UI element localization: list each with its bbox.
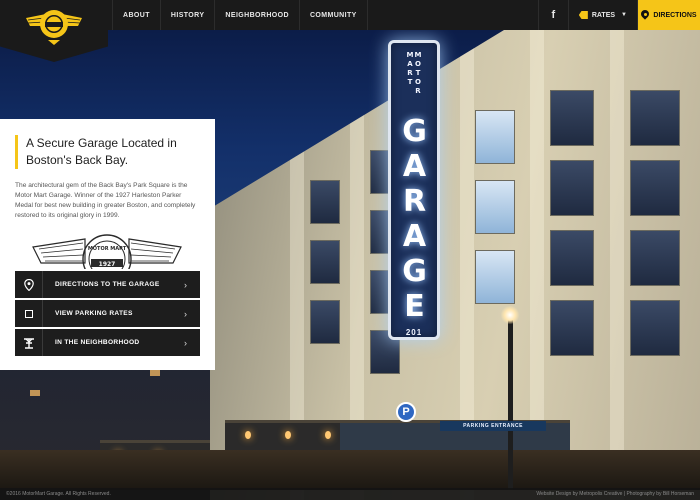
nav-about[interactable]: ABOUT bbox=[112, 0, 161, 30]
main-nav: ABOUT HISTORY NEIGHBORHOOD COMMUNITY bbox=[112, 0, 368, 30]
facade-window bbox=[550, 90, 594, 146]
rates-label: RATES bbox=[591, 11, 616, 19]
facade-window bbox=[310, 180, 340, 224]
panel-menu: DIRECTIONS TO THE GARAGE › VIEW PARKING … bbox=[15, 271, 200, 358]
street-lamp-pole bbox=[508, 320, 513, 490]
facade-window bbox=[550, 230, 594, 286]
facade-window bbox=[310, 240, 340, 284]
location-pin-icon bbox=[15, 271, 43, 298]
directions-to-garage-button[interactable]: DIRECTIONS TO THE GARAGE › bbox=[15, 271, 200, 298]
directions-label: DIRECTIONS bbox=[653, 11, 697, 19]
menu-label: DIRECTIONS TO THE GARAGE bbox=[55, 281, 160, 288]
directions-button[interactable]: DIRECTIONS bbox=[638, 0, 700, 30]
facade-window bbox=[475, 110, 515, 164]
parking-entrance-sign: PARKING ENTRANCE bbox=[440, 421, 546, 431]
panel-description: The architectural gem of the Back Bay's … bbox=[15, 182, 196, 219]
facade-window bbox=[310, 300, 340, 344]
rates-dropdown[interactable]: RATES ▼ bbox=[567, 0, 638, 30]
menu-label: VIEW PARKING RATES bbox=[55, 310, 133, 317]
chevron-right-icon: › bbox=[184, 279, 187, 290]
garage-neon-sign: MOTOR MART GARAGE 201 bbox=[388, 40, 440, 340]
nav-community[interactable]: COMMUNITY bbox=[300, 0, 368, 30]
motor-mart-logo-icon bbox=[26, 10, 82, 45]
facade-window bbox=[475, 250, 515, 304]
sign-small-text: MOTOR MART bbox=[406, 51, 422, 96]
right-nav: f RATES ▼ DIRECTIONS bbox=[537, 0, 700, 30]
panel-logo: 1927 MOTOR MART bbox=[27, 233, 187, 269]
view-parking-rates-button[interactable]: VIEW PARKING RATES › bbox=[15, 300, 200, 327]
storefront-lamp bbox=[325, 431, 331, 439]
nav-neighborhood[interactable]: NEIGHBORHOOD bbox=[215, 0, 300, 30]
chevron-down-icon: ▼ bbox=[621, 12, 627, 18]
facade-column bbox=[610, 30, 624, 500]
sign-number: 201 bbox=[405, 328, 423, 337]
facade-window bbox=[630, 230, 680, 286]
parking-sign: P bbox=[396, 402, 416, 422]
location-pin-icon bbox=[641, 10, 649, 20]
facade-window bbox=[630, 300, 680, 356]
facade-window bbox=[630, 160, 680, 216]
facade-window bbox=[550, 160, 594, 216]
chevron-right-icon: › bbox=[184, 337, 187, 348]
sign-big-text: GARAGE bbox=[397, 114, 432, 324]
menu-label: IN THE NEIGHBORHOOD bbox=[55, 339, 140, 346]
footer-credits[interactable]: Website Design by Metropolis Creative | … bbox=[536, 491, 694, 497]
lit-window bbox=[150, 370, 160, 376]
tag-icon bbox=[578, 11, 588, 19]
svg-text:1927: 1927 bbox=[99, 261, 116, 268]
chevron-right-icon: › bbox=[184, 308, 187, 319]
motor-mart-outline-logo-icon: 1927 MOTOR MART bbox=[32, 234, 182, 269]
facade-window bbox=[630, 90, 680, 146]
in-the-neighborhood-button[interactable]: IN THE NEIGHBORHOOD › bbox=[15, 329, 200, 356]
lit-window bbox=[30, 390, 40, 396]
footer: ©2016 MotorMart Garage. All Rights Reser… bbox=[0, 488, 700, 500]
street bbox=[0, 450, 700, 490]
neighborhood-icon bbox=[15, 329, 43, 356]
footer-copyright: ©2016 MotorMart Garage. All Rights Reser… bbox=[6, 491, 111, 497]
storefront-lamp bbox=[245, 431, 251, 439]
panel-headline: A Secure Garage Located in Boston's Back… bbox=[15, 135, 200, 169]
facebook-icon[interactable]: f bbox=[537, 0, 568, 30]
square-icon bbox=[15, 300, 43, 327]
nav-history[interactable]: HISTORY bbox=[161, 0, 216, 30]
street-lamp bbox=[500, 306, 520, 324]
storefront-lamp bbox=[285, 431, 291, 439]
svg-text:MOTOR MART: MOTOR MART bbox=[88, 246, 127, 252]
facade-window bbox=[550, 300, 594, 356]
facade-window bbox=[475, 180, 515, 234]
